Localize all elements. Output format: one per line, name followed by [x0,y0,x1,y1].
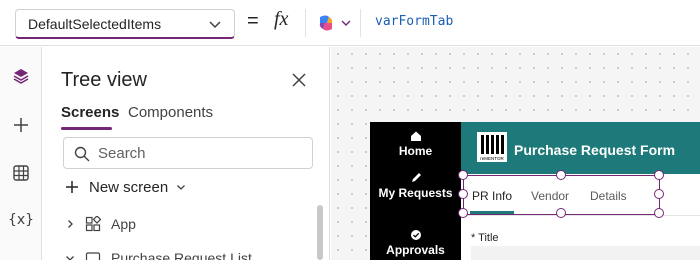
screen-icon [85,252,101,260]
app-header: reMENTOR Purchase Request Form [461,122,700,174]
property-dropdown[interactable]: DefaultSelectedItems [15,9,235,39]
tab-screens[interactable]: Screens [61,104,119,121]
app-screen-preview[interactable]: Home My Requests Approvals reMENTOR Purc… [370,122,700,260]
resize-handle[interactable] [654,208,664,218]
tree-item-app[interactable]: App [65,213,136,235]
copilot-icon [319,15,333,31]
pencil-icon [411,173,421,182]
tree-item-label: App [111,216,136,232]
nav-item-label: My Requests [378,186,453,200]
resize-handle[interactable] [556,208,566,218]
resize-handle[interactable] [458,208,468,218]
plus-icon [66,181,78,193]
left-rail: {x} [0,47,42,260]
tree-view-rail-button[interactable] [9,64,33,88]
search-icon [74,146,90,162]
tree-item-label: Purchase Request List [111,250,252,260]
tree-view-pane: Tree view Screens Components New screen [43,47,330,260]
scrollbar[interactable] [317,205,323,260]
resize-handle[interactable] [458,189,468,199]
variables-rail-button[interactable]: {x} [7,208,35,232]
resize-handle[interactable] [556,170,566,180]
table-icon [13,165,29,181]
nav-item-label: Approvals [386,243,445,257]
chevron-right-icon[interactable] [65,219,75,229]
fx-icon: fx [274,8,289,30]
formula-bar: DefaultSelectedItems = fx varFormTab [0,0,700,46]
title-field-label: * Title [471,232,499,244]
resize-handle[interactable] [654,170,664,180]
resize-handle[interactable] [458,170,468,180]
app-header-title: Purchase Request Form [514,142,676,158]
nav-item-my-requests[interactable]: My Requests [370,172,461,200]
remento-logo: reMENTOR [477,132,507,162]
home-icon [410,131,421,141]
chevron-down-icon [177,185,186,190]
active-tab-indicator [61,127,112,130]
plus-icon [14,118,28,132]
app-icon [85,216,101,232]
chevron-down-icon[interactable] [65,253,75,260]
layers-icon [13,69,29,84]
app-nav: Home My Requests Approvals [370,122,461,260]
tree-item-screen[interactable]: Purchase Request List [65,247,252,260]
formula-input[interactable]: varFormTab [375,14,453,29]
tab-components[interactable]: Components [128,104,213,121]
search-input[interactable] [98,143,298,163]
nav-item-home[interactable]: Home [370,130,461,158]
logo-mark: reMENTOR [480,135,504,161]
copilot-button[interactable] [305,9,361,37]
chevron-down-icon [209,21,221,29]
new-screen-button[interactable]: New screen [65,176,186,198]
nav-item-label: Home [398,144,433,158]
selection-box[interactable] [458,170,664,218]
chevron-down-icon [341,20,351,26]
title-input[interactable] [471,246,700,260]
equals-sign: = [247,10,259,32]
svg-text:reMENTOR: reMENTOR [480,156,504,161]
variables-icon: {x} [7,212,35,228]
check-circle-icon [410,230,421,240]
tree-view-title: Tree view [61,69,147,91]
new-screen-label: New screen [89,178,169,196]
search-box[interactable] [63,137,313,169]
close-icon[interactable] [290,71,308,89]
resize-handle[interactable] [654,189,664,199]
insert-rail-button[interactable] [9,113,33,137]
canvas[interactable]: Home My Requests Approvals reMENTOR Purc… [331,47,700,260]
data-rail-button[interactable] [9,161,33,185]
property-dropdown-value: DefaultSelectedItems [28,16,162,32]
nav-item-approvals[interactable]: Approvals [370,229,461,257]
